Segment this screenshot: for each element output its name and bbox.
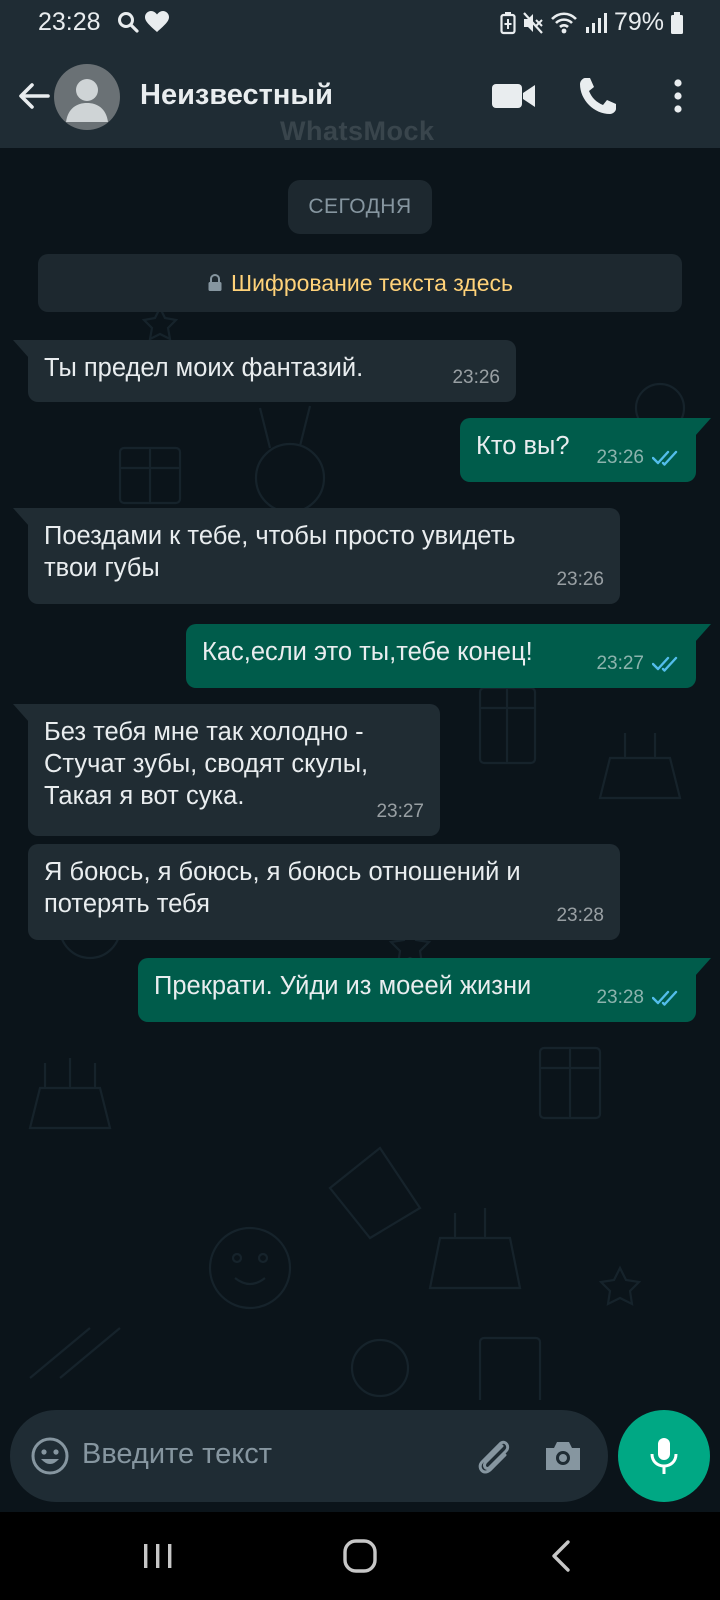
chat-area[interactable]: СЕГОДНЯ Шифрование текста здесь Ты преде… (0, 148, 720, 1400)
bubble-tail (695, 958, 711, 976)
status-bar: 23:28 79% (0, 0, 720, 46)
message-bubble-incoming[interactable]: Поездами к тебе, чтобы просто увидеть тв… (13, 508, 620, 604)
message-text: Без тебя мне так холодно - Стучат зубы, … (44, 718, 369, 810)
emoji-icon[interactable] (30, 1436, 70, 1476)
message-bubble-outgoing[interactable]: Кто вы? 23:26 (460, 418, 711, 482)
message-time: 23:26 (556, 569, 604, 590)
message-text: Ты предел моих фантазий. (44, 354, 364, 382)
camera-icon[interactable] (542, 1436, 584, 1476)
message-time: 23:28 (556, 905, 604, 926)
watermark-label: WhatsMock (280, 116, 435, 146)
encryption-notice[interactable]: Шифрование текста здесь (38, 254, 682, 312)
message-bubble-incoming[interactable]: Ты предел моих фантазий. 23:26 (13, 340, 516, 402)
signal-icon (585, 12, 607, 33)
bubble-tail (13, 340, 29, 358)
bubble-tail (695, 624, 711, 642)
message-composer[interactable]: Введите текст (10, 1410, 608, 1502)
lock-icon (208, 274, 222, 291)
video-call-icon[interactable] (490, 78, 538, 114)
bubble-tail (13, 508, 29, 526)
recents-icon[interactable] (138, 1536, 178, 1576)
home-icon[interactable] (340, 1536, 380, 1576)
wifi-icon (551, 11, 577, 33)
read-ticks-icon (652, 656, 678, 672)
back-arrow-icon[interactable] (14, 76, 54, 116)
message-input[interactable]: Введите текст (82, 1438, 272, 1471)
microphone-button[interactable] (618, 1410, 710, 1502)
message-text: Я боюсь, я боюсь, я боюсь отношений и по… (44, 858, 521, 918)
battery-percent: 79% (613, 8, 664, 36)
nav-back-icon[interactable] (544, 1536, 580, 1576)
message-text: Поездами к тебе, чтобы просто увидеть тв… (44, 522, 516, 582)
message-time: 23:28 (596, 987, 644, 1008)
message-bubble-outgoing[interactable]: Кас,если это ты,тебе конец! 23:27 (186, 624, 711, 688)
battery-icon (671, 11, 683, 34)
heart-icon (145, 11, 169, 32)
attach-icon[interactable] (472, 1434, 516, 1478)
avatar-icon (66, 79, 108, 122)
bubble-tail (13, 704, 29, 722)
message-time: 23:26 (596, 447, 644, 468)
date-label: СЕГОДНЯ (288, 180, 432, 234)
read-ticks-icon (652, 450, 678, 466)
message-time: 23:26 (452, 367, 500, 388)
phone-icon[interactable] (576, 74, 620, 118)
message-time: 23:27 (376, 801, 424, 822)
read-ticks-icon (652, 990, 678, 1006)
message-bubble-incoming[interactable]: Я боюсь, я боюсь, я боюсь отношений и по… (28, 844, 620, 940)
mute-icon (523, 11, 543, 34)
bubble-tail (695, 418, 711, 436)
contact-name[interactable]: Неизвестный (140, 79, 333, 112)
more-vert-icon[interactable] (660, 74, 696, 118)
battery-saver-icon (500, 11, 516, 34)
status-time: 23:28 (38, 8, 101, 36)
microphone-icon (650, 1438, 678, 1474)
contact-avatar[interactable] (54, 64, 120, 130)
chat-header: Неизвестный WhatsMock (0, 46, 720, 148)
system-navigation-bar (0, 1512, 720, 1600)
search-icon (118, 12, 139, 33)
encryption-text: Шифрование текста здесь (231, 269, 513, 296)
message-bubble-outgoing[interactable]: Прекрати. Уйди из моеей жизни 23:28 (138, 958, 711, 1022)
message-bubble-incoming[interactable]: Без тебя мне так холодно - Стучат зубы, … (13, 704, 440, 836)
message-time: 23:27 (596, 653, 644, 674)
